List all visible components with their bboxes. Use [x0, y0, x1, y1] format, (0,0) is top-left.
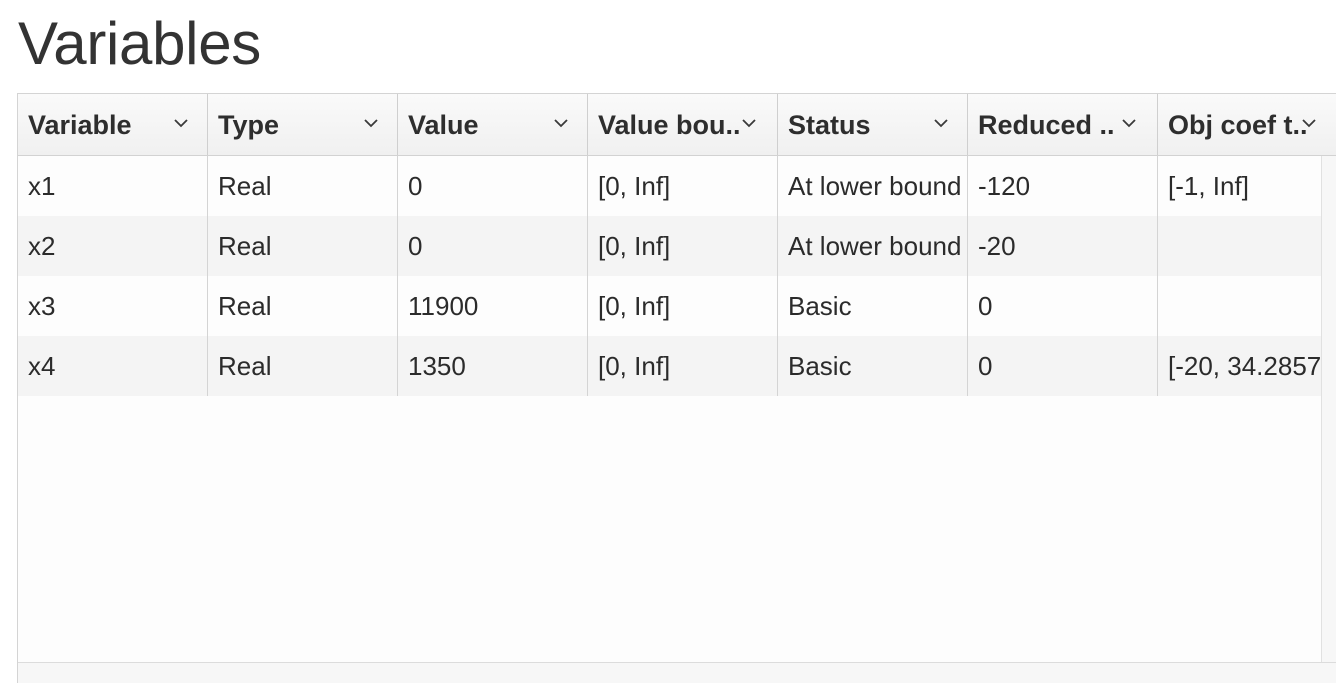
column-header-label: Reduced .. [978, 110, 1115, 140]
cell-reduced-cost[interactable]: -20 [968, 216, 1158, 276]
cell-value-bounds[interactable]: [0, Inf] [588, 156, 778, 216]
chevron-down-icon[interactable] [933, 117, 949, 129]
table-row[interactable]: x1 Real 0 [0, Inf] At lower bound -120 [… [18, 156, 1321, 216]
cell-type[interactable]: Real [208, 336, 398, 396]
cell-reduced-cost[interactable]: 0 [968, 276, 1158, 336]
column-header-label: Obj coef t.. [1168, 110, 1308, 140]
column-header-label: Value [408, 110, 479, 140]
column-header-reduced-cost[interactable]: Reduced .. [968, 94, 1158, 155]
column-header-obj-coef[interactable]: Obj coef t.. [1158, 94, 1336, 155]
variables-table: Variable Type Value Value bou.. Status R… [17, 93, 1336, 683]
chevron-down-icon[interactable] [1121, 117, 1137, 129]
table-row[interactable]: x3 Real 11900 [0, Inf] Basic 0 [18, 276, 1321, 336]
cell-status[interactable]: Basic [778, 276, 968, 336]
cell-status[interactable]: At lower bound [778, 156, 968, 216]
cell-variable[interactable]: x3 [18, 276, 208, 336]
column-header-label: Value bou.. [598, 110, 741, 140]
column-header-label: Type [218, 110, 280, 140]
cell-variable[interactable]: x1 [18, 156, 208, 216]
cell-variable[interactable]: x2 [18, 216, 208, 276]
page-title: Variables [18, 10, 261, 77]
column-header-variable[interactable]: Variable [18, 94, 208, 155]
column-header-label: Variable [28, 110, 132, 140]
table-row[interactable]: x4 Real 1350 [0, Inf] Basic 0 [-20, 34.2… [18, 336, 1328, 396]
cell-type[interactable]: Real [208, 276, 398, 336]
table-header: Variable Type Value Value bou.. Status R… [18, 94, 1336, 156]
cell-obj-coef[interactable] [1158, 216, 1336, 276]
column-header-value[interactable]: Value [398, 94, 588, 155]
cell-value[interactable]: 0 [398, 216, 588, 276]
chevron-down-icon[interactable] [741, 117, 757, 129]
cell-reduced-cost[interactable]: 0 [968, 336, 1158, 396]
cell-obj-coef[interactable]: [-1, Inf] [1158, 156, 1336, 216]
column-header-status[interactable]: Status [778, 94, 968, 155]
cell-value-bounds[interactable]: [0, Inf] [588, 276, 778, 336]
cell-obj-coef[interactable] [1158, 276, 1336, 336]
chevron-down-icon[interactable] [363, 117, 379, 129]
cell-status[interactable]: Basic [778, 336, 968, 396]
horizontal-scrollbar[interactable] [18, 662, 1336, 683]
cell-value-bounds[interactable]: [0, Inf] [588, 216, 778, 276]
cell-type[interactable]: Real [208, 156, 398, 216]
cell-value[interactable]: 0 [398, 156, 588, 216]
cell-variable[interactable]: x4 [18, 336, 208, 396]
table-body: x1 Real 0 [0, Inf] At lower bound -120 [… [18, 156, 1328, 396]
chevron-down-icon[interactable] [1301, 117, 1317, 129]
cell-status[interactable]: At lower bound [778, 216, 968, 276]
chevron-down-icon[interactable] [553, 117, 569, 129]
cell-type[interactable]: Real [208, 216, 398, 276]
cell-value[interactable]: 1350 [398, 336, 588, 396]
cell-value[interactable]: 11900 [398, 276, 588, 336]
column-header-value-bounds[interactable]: Value bou.. [588, 94, 778, 155]
chevron-down-icon[interactable] [173, 117, 189, 129]
column-header-type[interactable]: Type [208, 94, 398, 155]
vertical-scrollbar[interactable] [1321, 156, 1336, 662]
cell-reduced-cost[interactable]: -120 [968, 156, 1158, 216]
column-header-label: Status [788, 110, 871, 140]
cell-value-bounds[interactable]: [0, Inf] [588, 336, 778, 396]
table-row[interactable]: x2 Real 0 [0, Inf] At lower bound -20 [18, 216, 1321, 276]
cell-obj-coef[interactable]: [-20, 34.2857] [1158, 336, 1336, 396]
